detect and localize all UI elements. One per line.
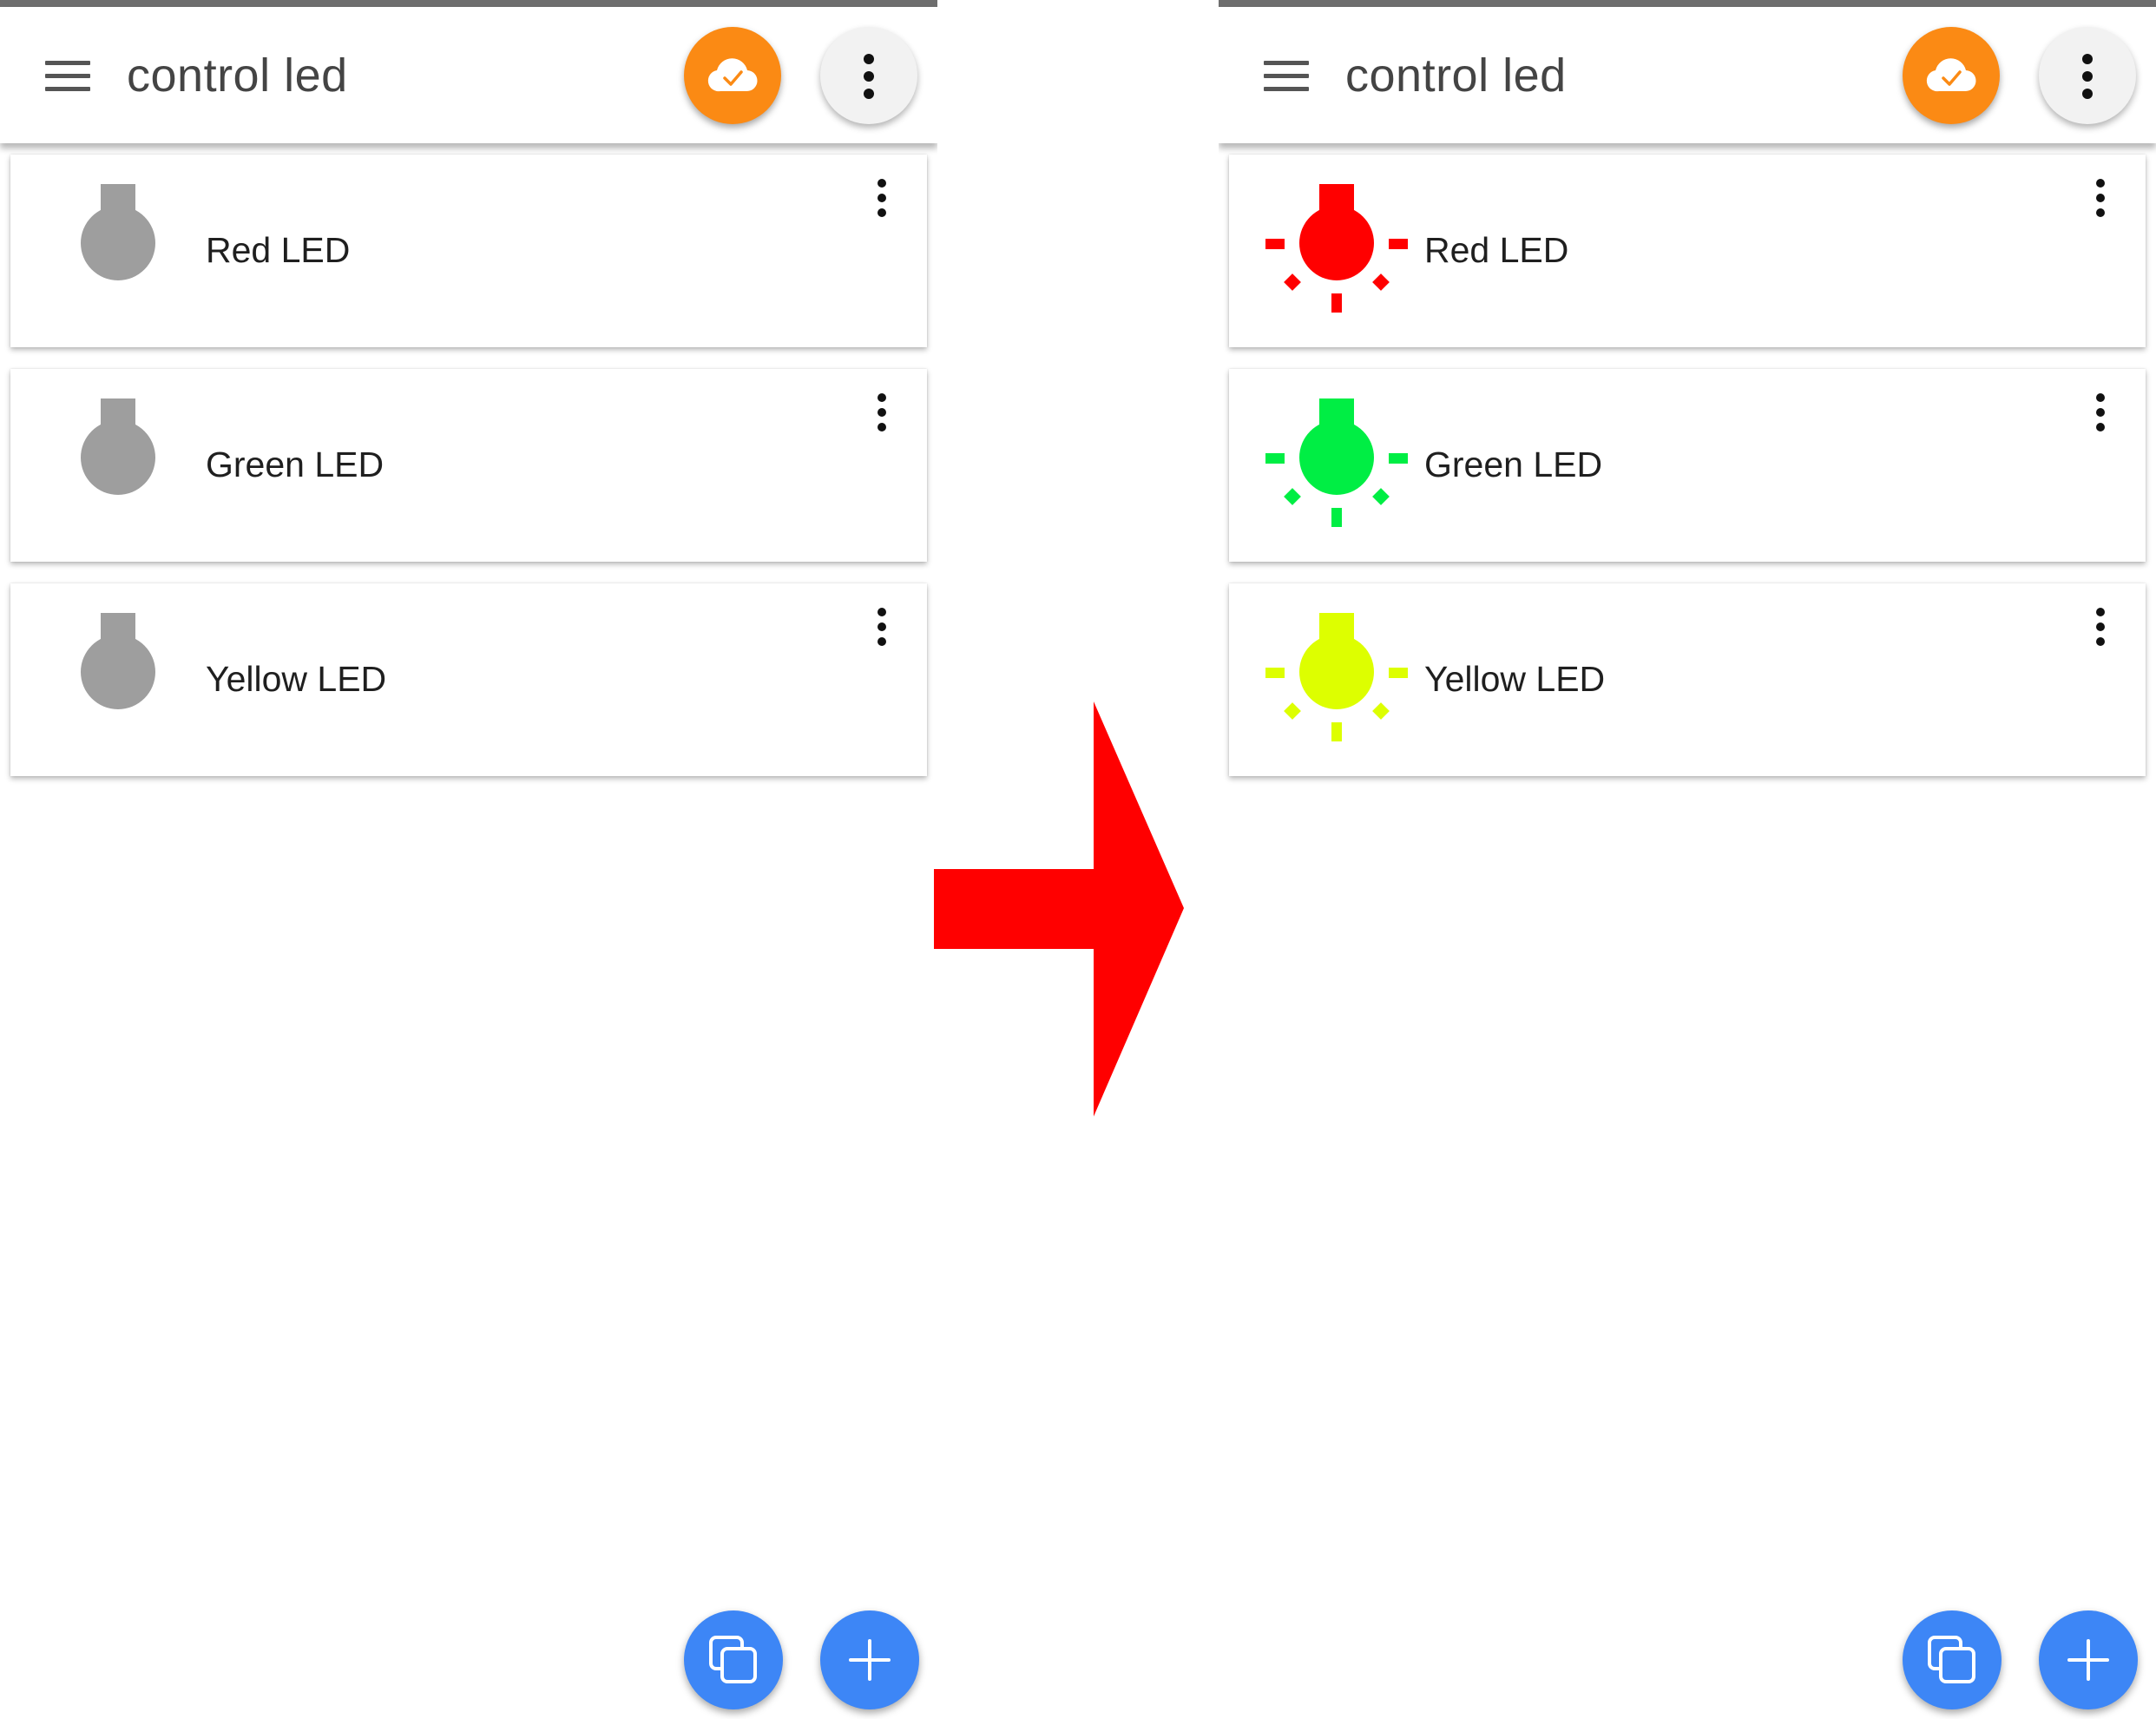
bulb-off-icon: [81, 398, 155, 495]
led-label: Green LED: [1424, 445, 1603, 484]
app-bar: control led: [1219, 7, 2156, 143]
led-card-yellow[interactable]: Yellow LED: [10, 583, 927, 776]
bulb-on-icon: [1265, 398, 1408, 527]
cloud-check-icon: [707, 58, 758, 92]
card-more-vert-icon[interactable]: [2088, 392, 2113, 433]
led-label: Yellow LED: [206, 659, 387, 699]
bulb-off-icon: [81, 184, 155, 280]
right-arrow-icon: [934, 701, 1184, 1116]
add-fab-button[interactable]: [2039, 1610, 2138, 1709]
led-card-yellow[interactable]: Yellow LED: [1229, 583, 2146, 776]
hamburger-menu-icon[interactable]: [1264, 61, 1309, 92]
status-bar-strip: [0, 0, 937, 7]
led-card-red[interactable]: Red LED: [1229, 155, 2146, 347]
cloud-sync-button[interactable]: [1903, 27, 2000, 124]
led-card-red[interactable]: Red LED: [10, 155, 927, 347]
add-icon: [849, 1639, 891, 1681]
card-more-vert-icon[interactable]: [2088, 177, 2113, 219]
overflow-menu-button[interactable]: [2039, 27, 2136, 124]
status-bar-strip: [1219, 0, 2156, 7]
cloud-sync-button[interactable]: [684, 27, 781, 124]
hamburger-menu-icon[interactable]: [45, 61, 90, 92]
more-vert-icon: [864, 54, 874, 99]
copy-icon: [1928, 1636, 1975, 1683]
copy-fab-button[interactable]: [684, 1610, 783, 1709]
bulb-off-icon: [81, 613, 155, 709]
screen-after: control led Red LED Green LED Yellow LED: [1219, 0, 2156, 1719]
card-more-vert-icon[interactable]: [870, 392, 894, 433]
app-bar: control led: [0, 7, 937, 143]
card-more-vert-icon[interactable]: [2088, 606, 2113, 648]
led-card-green[interactable]: Green LED: [1229, 369, 2146, 562]
led-label: Red LED: [1424, 230, 1569, 270]
add-icon: [2067, 1639, 2109, 1681]
more-vert-icon: [2082, 54, 2093, 99]
app-title: control led: [1345, 49, 1567, 102]
led-label: Yellow LED: [1424, 659, 1606, 699]
bulb-on-icon: [1265, 184, 1408, 313]
bulb-on-icon: [1265, 613, 1408, 741]
app-title: control led: [127, 49, 348, 102]
overflow-menu-button[interactable]: [820, 27, 917, 124]
copy-fab-button[interactable]: [1903, 1610, 2002, 1709]
led-card-green[interactable]: Green LED: [10, 369, 927, 562]
led-label: Green LED: [206, 445, 385, 484]
cloud-check-icon: [1926, 58, 1976, 92]
copy-icon: [709, 1636, 757, 1683]
screen-before: control led Red LED Green LED Yellow LED: [0, 0, 937, 1719]
card-more-vert-icon[interactable]: [870, 606, 894, 648]
led-label: Red LED: [206, 230, 351, 270]
add-fab-button[interactable]: [820, 1610, 919, 1709]
card-more-vert-icon[interactable]: [870, 177, 894, 219]
